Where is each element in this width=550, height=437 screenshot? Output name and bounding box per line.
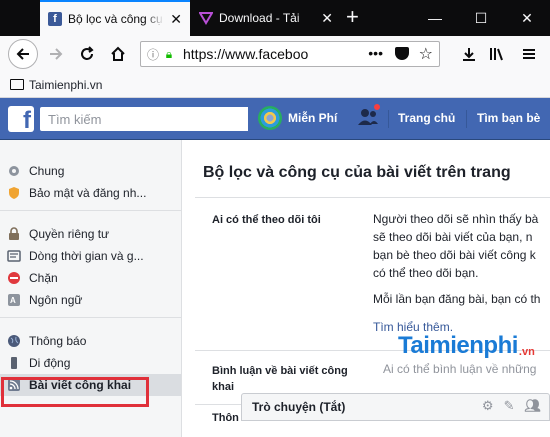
page-actions-icon[interactable]: •••: [368, 45, 383, 61]
sidebar-item-notifications[interactable]: Thông báo: [0, 330, 181, 352]
description-line: Mỗi lần bạn đăng bài, bạn có th: [373, 292, 541, 306]
sidebar-item-blocking[interactable]: Chặn: [0, 267, 181, 289]
divider: [388, 110, 389, 128]
sidebar-item-label: Chặn: [29, 271, 58, 285]
home-link[interactable]: Trang chủ: [398, 111, 455, 125]
tab-bar: f Bộ lọc và công cụ ✕ Download - Tải ✕ +…: [0, 0, 550, 36]
minimize-button[interactable]: —: [412, 0, 458, 36]
timeline-icon: [7, 249, 21, 263]
description-line: Người theo dõi sẽ nhìn thấy bà: [373, 212, 539, 226]
page-title: Bộ lọc và công cụ của bài viết trên tran…: [203, 164, 511, 181]
library-button[interactable]: [482, 40, 510, 68]
new-tab-button[interactable]: +: [346, 5, 359, 29]
site-info-icon[interactable]: ⓘ: [145, 46, 161, 63]
chat-label[interactable]: Trò chuyện (Tắt): [252, 400, 345, 414]
comments-setting-label: Bình luận về bài viết công khai: [212, 363, 348, 395]
sidebar-item-general[interactable]: Chung: [0, 160, 181, 182]
globe-icon: [7, 334, 21, 348]
address-bar[interactable]: ⓘ 🔒︎ https://www.faceboo ••• ☆: [140, 41, 440, 67]
watermark-text: Taimienphi: [398, 332, 518, 359]
chat-actions: ⚙ ✎ 👥︎: [482, 398, 541, 414]
find-friends-link[interactable]: Tìm bạn bè: [477, 111, 540, 125]
mobile-icon: [7, 356, 21, 370]
gear-icon: [7, 164, 21, 178]
description-line: bạn bè theo dõi bài viết công k: [373, 248, 536, 262]
close-tab-icon[interactable]: ✕: [321, 10, 333, 27]
sidebar-item-label: Thông báo: [29, 334, 87, 348]
tab-facebook-settings[interactable]: f Bộ lọc và công cụ ✕: [40, 0, 190, 36]
profile-name[interactable]: Miễn Phí: [288, 111, 337, 125]
bookmark-star-icon[interactable]: ☆: [419, 44, 433, 64]
settings-group-general: Chung Bảo mật và đăng nh...: [0, 140, 181, 211]
folder-icon: [10, 79, 24, 90]
bookmarks-toolbar: Taimienphi.vn: [0, 72, 550, 98]
sidebar-item-mobile[interactable]: Di động: [0, 352, 181, 374]
sidebar-item-label: Chung: [29, 164, 65, 178]
sidebar-item-label: Bảo mật và đăng nh...: [29, 186, 147, 200]
sidebar-item-label: Dòng thời gian và g...: [29, 249, 144, 263]
chat-settings-gear-icon[interactable]: ⚙: [482, 398, 494, 414]
sidebar-item-label: Di động: [29, 356, 71, 370]
tab-download[interactable]: Download - Tải ✕: [191, 0, 341, 36]
divider: [195, 197, 550, 198]
block-icon: [7, 271, 21, 285]
tab-title: Download - Tải: [219, 11, 300, 25]
comments-setting-value[interactable]: Ai có thể bình luận về những: [383, 360, 550, 378]
facebook-header: f Miễn Phí Trang chủ Tìm bạn bè: [0, 98, 550, 140]
lock-icon: [7, 227, 21, 241]
follow-setting-label: Ai có thể theo dõi tôi: [212, 214, 321, 226]
shield-icon: [7, 186, 21, 200]
sidebar-item-security[interactable]: Bảo mật và đăng nh...: [0, 182, 181, 204]
sidebar-item-privacy[interactable]: Quyền riêng tư: [0, 223, 181, 245]
forward-button[interactable]: [42, 40, 70, 68]
close-window-button[interactable]: ✕: [504, 0, 550, 36]
chat-sidebar-bar[interactable]: Trò chuyện (Tắt) ⚙ ✎ 👥︎: [241, 393, 550, 421]
download-site-favicon-icon: [199, 11, 213, 25]
pocket-icon[interactable]: [395, 47, 409, 60]
bookmark-taimienphi[interactable]: Taimienphi.vn: [29, 78, 102, 92]
close-tab-icon[interactable]: ✕: [170, 11, 182, 28]
lock-icon[interactable]: 🔒︎: [161, 47, 177, 62]
tab-title: Bộ lọc và công cụ: [68, 12, 163, 26]
new-message-icon[interactable]: ✎: [504, 398, 515, 414]
taimienphi-watermark: Taimienphi .vn: [398, 332, 535, 360]
next-setting-label: Thôn: [212, 412, 239, 424]
navigation-toolbar: ⓘ 🔒︎ https://www.faceboo ••• ☆: [0, 36, 550, 72]
menu-button[interactable]: [515, 40, 543, 68]
maximize-button[interactable]: ☐: [458, 0, 504, 36]
description-line: có thể theo dõi bạn.: [373, 266, 479, 280]
watermark-suffix: .vn: [518, 346, 535, 358]
downloads-button[interactable]: [455, 40, 483, 68]
home-button[interactable]: [104, 40, 132, 68]
svg-text:A: A: [10, 296, 16, 305]
settings-group-privacy: Quyền riêng tư Dòng thời gian và g... Ch…: [0, 211, 181, 318]
sidebar-item-language[interactable]: A Ngôn ngữ: [0, 289, 181, 311]
sidebar-item-label: Quyền riêng tư: [29, 227, 110, 241]
language-icon: A: [7, 293, 21, 307]
sidebar-item-label: Ngôn ngữ: [29, 293, 83, 307]
reload-button[interactable]: [73, 40, 101, 68]
divider: [466, 110, 467, 128]
avatar[interactable]: [258, 106, 282, 130]
back-button[interactable]: [8, 39, 38, 69]
facebook-favicon-icon: f: [48, 12, 62, 26]
url-text[interactable]: https://www.faceboo: [183, 46, 358, 62]
description-line: sẽ theo dõi bài viết của bạn, n: [373, 230, 533, 244]
search-input[interactable]: [40, 107, 248, 131]
label-line: Bình luận về bài viết công: [212, 365, 348, 377]
highlight-annotation: [1, 377, 149, 407]
sidebar-item-timeline[interactable]: Dòng thời gian và g...: [0, 245, 181, 267]
notification-badge: [372, 102, 382, 112]
profile-link[interactable]: Miễn Phí: [258, 106, 337, 130]
create-group-icon[interactable]: 👥︎: [524, 398, 541, 414]
facebook-logo-icon[interactable]: f: [8, 106, 34, 132]
follow-setting-description: Người theo dõi sẽ nhìn thấy bà sẽ theo d…: [373, 210, 550, 336]
